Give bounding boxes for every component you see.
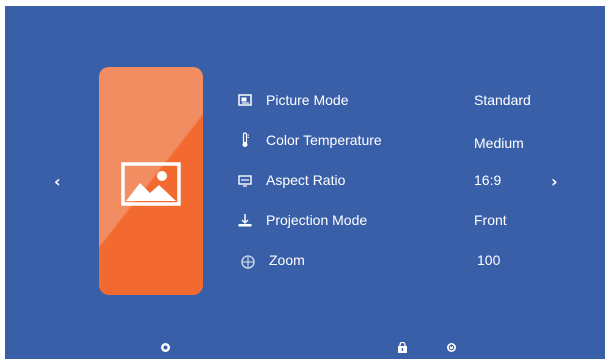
menu-item-value: 100 — [477, 252, 501, 268]
projector-icon — [238, 214, 252, 227]
aspect-ratio-icon — [238, 175, 252, 187]
thermometer-icon — [242, 132, 249, 147]
menu-item-value: Medium — [474, 135, 524, 151]
menu-item-label: Picture Mode — [266, 92, 349, 108]
power-icon[interactable] — [446, 342, 457, 353]
zoom-icon — [241, 255, 255, 269]
previous-arrow-icon[interactable]: ‹ — [54, 174, 61, 190]
picture-category-card[interactable] — [99, 67, 203, 295]
menu-item-value: 16:9 — [474, 172, 502, 188]
menu-item-label: Color Temperature — [266, 132, 382, 148]
menu-item-aspect-ratio[interactable]: Aspect Ratio 16:9 — [237, 169, 567, 191]
osd-menu-screen: ‹ › Picture Mode Standard Color Temperat… — [5, 6, 605, 359]
menu-item-value: Standard — [474, 92, 531, 108]
menu-item-zoom[interactable]: Zoom 100 — [237, 249, 567, 271]
picture-icon — [121, 162, 181, 206]
menu-item-label: Aspect Ratio — [266, 172, 346, 188]
picture-mode-icon — [238, 94, 252, 106]
menu-item-label: Projection Mode — [266, 212, 368, 228]
menu-item-projection-mode[interactable]: Projection Mode Front — [237, 209, 567, 231]
menu-item-color-temperature[interactable]: Color Temperature Medium — [237, 129, 567, 151]
menu-item-label: Zoom — [269, 252, 305, 268]
menu-item-picture-mode[interactable]: Picture Mode Standard — [237, 89, 567, 111]
lock-icon[interactable] — [397, 342, 408, 353]
settings-icon[interactable] — [160, 342, 171, 353]
menu-item-value: Front — [474, 212, 507, 228]
